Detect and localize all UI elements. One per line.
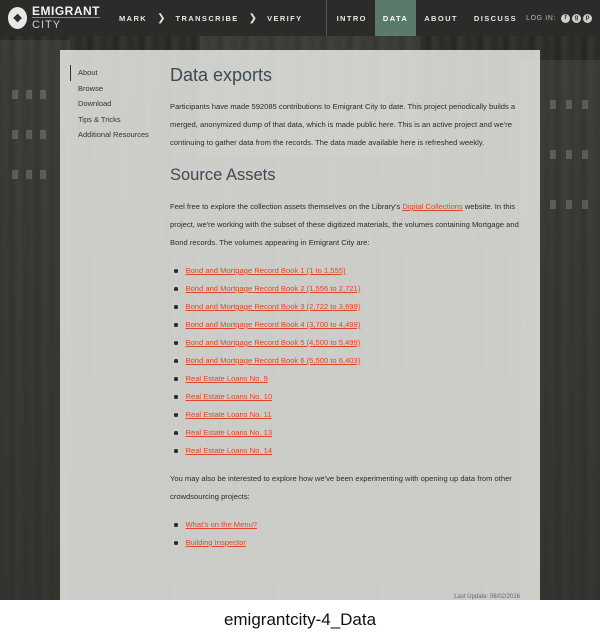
bullet-icon bbox=[174, 341, 178, 345]
login-area: LOG IN: f g p bbox=[526, 0, 592, 36]
asset-link[interactable]: Bond and Mortgage Record Book 6 (5,500 t… bbox=[186, 352, 361, 370]
assets-text-before: Feel free to explore the collection asse… bbox=[170, 202, 403, 211]
asset-link[interactable]: Bond and Mortgage Record Book 2 (1,556 t… bbox=[186, 280, 361, 298]
asset-link[interactable]: Real Estate Loans No. 14 bbox=[186, 442, 273, 460]
asset-link[interactable]: Real Estate Loans No. 10 bbox=[186, 388, 273, 406]
asset-link[interactable]: Real Estate Loans No. 11 bbox=[186, 406, 272, 424]
assets-paragraph: Feel free to explore the collection asse… bbox=[170, 198, 520, 252]
nav-about-link[interactable]: ABOUT bbox=[416, 0, 466, 36]
logo-emblem-icon: ❖ bbox=[8, 7, 27, 29]
asset-link[interactable]: Real Estate Loans No. 9 bbox=[186, 370, 268, 388]
bullet-icon bbox=[174, 377, 178, 381]
facebook-login-icon[interactable]: f bbox=[561, 13, 570, 23]
bullet-icon bbox=[174, 413, 178, 417]
main-nav: INTRO DATA ABOUT DISCUSS bbox=[329, 0, 525, 36]
asset-link[interactable]: Bond and Mortgage Record Book 5 (4,500 t… bbox=[186, 334, 361, 352]
list-item: Bond and Mortgage Record Book 3 (2,722 t… bbox=[170, 298, 520, 316]
pinterest-login-icon[interactable]: p bbox=[583, 13, 592, 23]
main-content: Data exports Participants have made 5920… bbox=[170, 62, 520, 552]
list-item: Real Estate Loans No. 14 bbox=[170, 442, 520, 460]
logo-line-2: CITY bbox=[32, 17, 100, 31]
bullet-icon bbox=[174, 305, 178, 309]
section-title: Source Assets bbox=[170, 166, 276, 184]
chevron-right-icon: ❯ bbox=[248, 12, 258, 24]
sidebar-item-browse[interactable]: Browse bbox=[70, 81, 162, 97]
bullet-icon bbox=[174, 541, 178, 545]
list-item: Real Estate Loans No. 11 bbox=[170, 406, 520, 424]
project-link[interactable]: What's on the Menu? bbox=[186, 516, 258, 534]
asset-link[interactable]: Bond and Mortgage Record Book 3 (2,722 t… bbox=[186, 298, 361, 316]
intro-paragraph: Participants have made 592085 contributi… bbox=[170, 102, 516, 147]
bullet-icon bbox=[174, 523, 178, 527]
list-item: Building Inspector bbox=[170, 534, 520, 552]
bullet-icon bbox=[174, 395, 178, 399]
step-transcribe-link[interactable]: TRANSCRIBE bbox=[171, 0, 244, 36]
list-item: Bond and Mortgage Record Book 6 (5,500 t… bbox=[170, 352, 520, 370]
nav-data-link[interactable]: DATA bbox=[374, 0, 417, 36]
list-item: Bond and Mortgage Record Book 5 (4,500 t… bbox=[170, 334, 520, 352]
list-item: What's on the Menu? bbox=[170, 516, 520, 534]
digital-collections-link[interactable]: Digital Collections bbox=[402, 202, 462, 211]
nav-intro-link[interactable]: INTRO bbox=[329, 0, 375, 36]
asset-list: Bond and Mortgage Record Book 1 (1 to 1,… bbox=[170, 262, 520, 460]
chevron-right-icon: ❯ bbox=[157, 12, 166, 24]
workflow-steps: MARK ❯ TRANSCRIBE ❯ VERIFY bbox=[114, 0, 308, 36]
project-list: What's on the Menu? Building Inspector bbox=[170, 516, 520, 552]
sidebar-item-about[interactable]: About bbox=[70, 65, 162, 81]
nav-divider bbox=[325, 0, 327, 36]
list-item: Bond and Mortgage Record Book 4 (3,700 t… bbox=[170, 316, 520, 334]
step-mark-link[interactable]: MARK bbox=[114, 0, 152, 36]
other-projects-paragraph: You may also be interested to explore ho… bbox=[170, 474, 512, 501]
sidebar-item-resources[interactable]: Additional Resources bbox=[70, 127, 162, 143]
sidebar-item-tips[interactable]: Tips & Tricks bbox=[70, 112, 162, 128]
sidebar: About Browse Download Tips & Tricks Addi… bbox=[70, 65, 162, 143]
top-navigation: ❖ EMIGRANT CITY MARK ❯ TRANSCRIBE ❯ VERI… bbox=[0, 0, 600, 36]
page-title: Data exports bbox=[170, 65, 273, 85]
bullet-icon bbox=[174, 269, 178, 273]
bullet-icon bbox=[174, 323, 178, 327]
sidebar-item-download[interactable]: Download bbox=[70, 96, 162, 112]
page-viewport: ❖ EMIGRANT CITY MARK ❯ TRANSCRIBE ❯ VERI… bbox=[0, 0, 600, 600]
list-item: Real Estate Loans No. 13 bbox=[170, 424, 520, 442]
bullet-icon bbox=[174, 431, 178, 435]
bullet-icon bbox=[174, 359, 178, 363]
list-item: Bond and Mortgage Record Book 1 (1 to 1,… bbox=[170, 262, 520, 280]
logo-line-1: EMIGRANT bbox=[32, 4, 100, 18]
project-link[interactable]: Building Inspector bbox=[186, 534, 246, 552]
asset-link[interactable]: Bond and Mortgage Record Book 4 (3,700 t… bbox=[186, 316, 361, 334]
asset-link[interactable]: Bond and Mortgage Record Book 1 (1 to 1,… bbox=[186, 262, 346, 280]
content-panel: About Browse Download Tips & Tricks Addi… bbox=[60, 50, 540, 600]
login-label: LOG IN: bbox=[526, 14, 556, 22]
asset-link[interactable]: Real Estate Loans No. 13 bbox=[186, 424, 273, 442]
screenshot-caption: emigrantcity-4_Data bbox=[223, 610, 377, 629]
site-logo[interactable]: ❖ EMIGRANT CITY bbox=[8, 0, 100, 36]
list-item: Real Estate Loans No. 9 bbox=[170, 370, 520, 388]
bullet-icon bbox=[174, 287, 178, 291]
nav-discuss-link[interactable]: DISCUSS bbox=[466, 0, 525, 36]
list-item: Bond and Mortgage Record Book 2 (1,556 t… bbox=[170, 280, 520, 298]
step-verify-link[interactable]: VERIFY bbox=[262, 0, 308, 36]
list-item: Real Estate Loans No. 10 bbox=[170, 388, 520, 406]
google-login-icon[interactable]: g bbox=[572, 13, 581, 23]
bullet-icon bbox=[174, 449, 178, 453]
